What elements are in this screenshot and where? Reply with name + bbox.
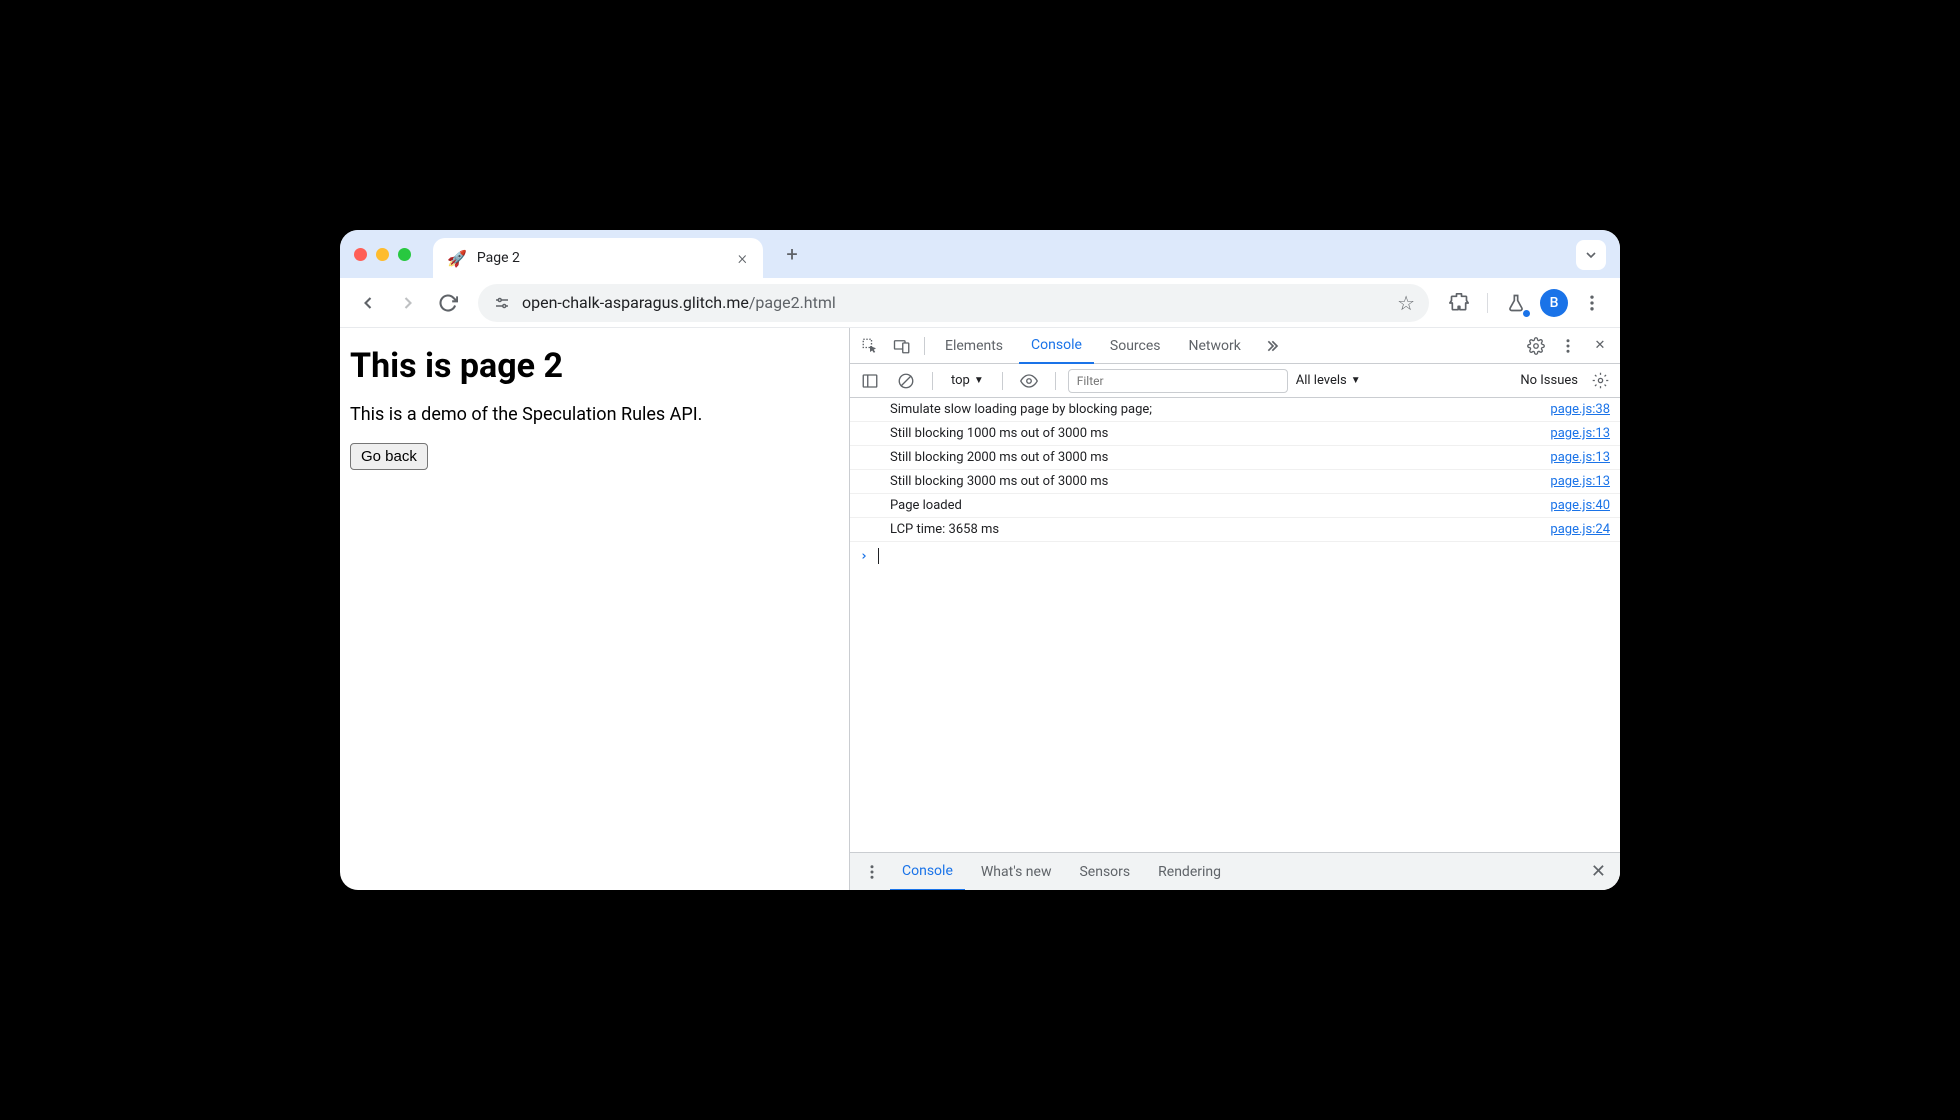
- address-bar[interactable]: open-chalk-asparagus.glitch.me/page2.htm…: [478, 284, 1429, 322]
- log-row: Page loaded page.js:40: [850, 494, 1620, 518]
- page-heading: This is page 2: [350, 346, 839, 386]
- site-settings-icon[interactable]: [492, 293, 512, 313]
- page-text: This is a demo of the Speculation Rules …: [350, 404, 839, 425]
- separator: [1002, 372, 1003, 390]
- toolbar-divider: [1487, 293, 1488, 313]
- tab-elements[interactable]: Elements: [933, 328, 1015, 364]
- drawer-close-button[interactable]: ✕: [1585, 861, 1612, 882]
- log-row: Simulate slow loading page by blocking p…: [850, 398, 1620, 422]
- log-levels-selector[interactable]: All levels ▼: [1296, 373, 1361, 388]
- browser-tab[interactable]: 🚀 Page 2 ×: [433, 238, 763, 278]
- console-toolbar: top ▼ All levels ▼ No Issues: [850, 364, 1620, 398]
- profile-avatar[interactable]: B: [1540, 289, 1568, 317]
- browser-menu-button[interactable]: [1576, 287, 1608, 319]
- devtools-panel: Elements Console Sources Network ✕ top ▼: [850, 328, 1620, 890]
- console-output: Simulate slow loading page by blocking p…: [850, 398, 1620, 852]
- back-button[interactable]: [352, 287, 384, 319]
- log-source-link[interactable]: page.js:24: [1550, 522, 1610, 537]
- tab-title: Page 2: [477, 250, 726, 266]
- separator: [924, 337, 925, 355]
- log-source-link[interactable]: page.js:13: [1550, 426, 1610, 441]
- bookmark-button[interactable]: ☆: [1397, 291, 1415, 315]
- inspect-element-button[interactable]: [856, 332, 884, 360]
- separator: [1055, 372, 1056, 390]
- clear-console-button[interactable]: [892, 367, 920, 395]
- reload-button[interactable]: [432, 287, 464, 319]
- browser-window: 🚀 Page 2 × + open-chalk-asparagus.glitch…: [340, 230, 1620, 890]
- browser-toolbar: open-chalk-asparagus.glitch.me/page2.htm…: [340, 278, 1620, 328]
- devtools-close-button[interactable]: ✕: [1586, 332, 1614, 360]
- tab-network[interactable]: Network: [1177, 328, 1253, 364]
- devtools-menu-button[interactable]: [1554, 332, 1582, 360]
- forward-button[interactable]: [392, 287, 424, 319]
- minimize-window-button[interactable]: [376, 248, 389, 261]
- go-back-button[interactable]: Go back: [350, 443, 428, 470]
- log-message: Still blocking 3000 ms out of 3000 ms: [890, 474, 1540, 489]
- extensions-button[interactable]: [1443, 287, 1475, 319]
- console-prompt[interactable]: ›: [850, 542, 1620, 570]
- window-controls: [354, 248, 411, 261]
- toggle-sidebar-button[interactable]: [856, 367, 884, 395]
- log-row: LCP time: 3658 ms page.js:24: [850, 518, 1620, 542]
- log-row: Still blocking 2000 ms out of 3000 ms pag…: [850, 446, 1620, 470]
- log-row: Still blocking 1000 ms out of 3000 ms pag…: [850, 422, 1620, 446]
- tab-overflow-button[interactable]: [1576, 240, 1606, 270]
- labs-button[interactable]: [1500, 287, 1532, 319]
- drawer-tab-sensors[interactable]: Sensors: [1067, 853, 1142, 891]
- separator: [932, 372, 933, 390]
- devtools-settings-button[interactable]: [1522, 332, 1550, 360]
- log-row: Still blocking 3000 ms out of 3000 ms pag…: [850, 470, 1620, 494]
- drawer-menu-button[interactable]: [858, 858, 886, 886]
- tab-sources[interactable]: Sources: [1098, 328, 1173, 364]
- new-tab-button[interactable]: +: [777, 239, 807, 269]
- console-filter-input[interactable]: [1068, 369, 1288, 393]
- console-settings-button[interactable]: [1586, 367, 1614, 395]
- tab-console[interactable]: Console: [1019, 328, 1094, 364]
- prompt-cursor: [878, 548, 879, 564]
- devtools-drawer: Console What's new Sensors Rendering ✕: [850, 852, 1620, 890]
- devtools-tabbar: Elements Console Sources Network ✕: [850, 328, 1620, 364]
- execution-context-selector[interactable]: top ▼: [945, 373, 990, 388]
- log-source-link[interactable]: page.js:13: [1550, 450, 1610, 465]
- log-source-link[interactable]: page.js:40: [1550, 498, 1610, 513]
- maximize-window-button[interactable]: [398, 248, 411, 261]
- tab-favicon-icon: 🚀: [447, 249, 467, 268]
- log-source-link[interactable]: page.js:13: [1550, 474, 1610, 489]
- url-text: open-chalk-asparagus.glitch.me/page2.htm…: [522, 293, 1387, 312]
- log-message: Still blocking 1000 ms out of 3000 ms: [890, 426, 1540, 441]
- close-window-button[interactable]: [354, 248, 367, 261]
- drawer-tab-whatsnew[interactable]: What's new: [969, 853, 1064, 891]
- device-toolbar-button[interactable]: [888, 332, 916, 360]
- more-tabs-button[interactable]: [1257, 332, 1285, 360]
- log-message: LCP time: 3658 ms: [890, 522, 1540, 537]
- content-area: This is page 2 This is a demo of the Spe…: [340, 328, 1620, 890]
- log-message: Still blocking 2000 ms out of 3000 ms: [890, 450, 1540, 465]
- tab-close-button[interactable]: ×: [736, 248, 749, 269]
- log-message: Simulate slow loading page by blocking p…: [890, 402, 1540, 417]
- issues-label[interactable]: No Issues: [1520, 373, 1578, 388]
- prompt-chevron-icon: ›: [860, 549, 868, 564]
- drawer-tab-console[interactable]: Console: [890, 853, 965, 890]
- log-message: Page loaded: [890, 498, 1540, 513]
- drawer-tab-rendering[interactable]: Rendering: [1146, 853, 1233, 891]
- live-expression-button[interactable]: [1015, 367, 1043, 395]
- log-source-link[interactable]: page.js:38: [1550, 402, 1610, 417]
- titlebar: 🚀 Page 2 × +: [340, 230, 1620, 278]
- page-viewport: This is page 2 This is a demo of the Spe…: [340, 328, 850, 890]
